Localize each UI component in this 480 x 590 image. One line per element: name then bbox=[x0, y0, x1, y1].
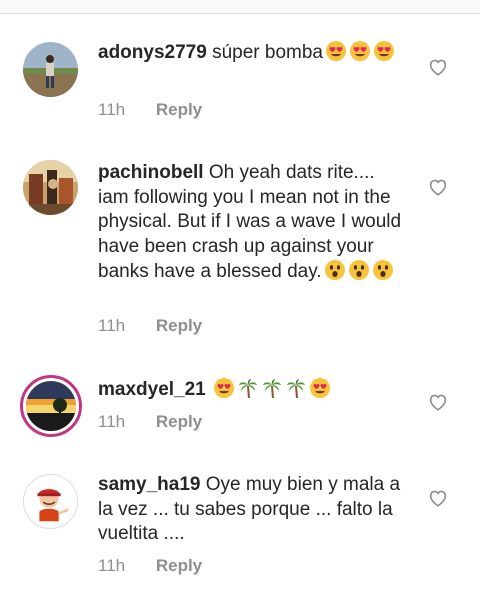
like-heart-icon[interactable] bbox=[428, 58, 448, 76]
comment-meta: 11h Reply bbox=[98, 556, 202, 576]
comment-meta: 11h Reply bbox=[98, 412, 202, 432]
comment-time: 11h bbox=[98, 100, 126, 119]
comment-body: súper bomba bbox=[212, 42, 323, 63]
heart-eyes-emoji-icon bbox=[373, 40, 395, 62]
emoji-group bbox=[324, 259, 394, 281]
astonished-emoji-icon bbox=[348, 259, 370, 281]
avatar-story-ring[interactable] bbox=[20, 375, 82, 437]
comment-time: 11h bbox=[98, 412, 126, 431]
reply-button[interactable]: Reply bbox=[156, 556, 202, 576]
heart-eyes-emoji-icon bbox=[349, 40, 371, 62]
heart-eyes-emoji-icon bbox=[309, 377, 331, 399]
comment-username[interactable]: maxdyel_21 bbox=[98, 379, 206, 400]
comment-text: samy_ha19 Oye muy bien y mala a la vez .… bbox=[98, 473, 408, 547]
comment-username[interactable]: samy_ha19 bbox=[98, 474, 200, 495]
comment-meta: 11h Reply bbox=[98, 100, 202, 120]
astonished-emoji-icon bbox=[324, 259, 346, 281]
like-heart-icon[interactable] bbox=[428, 178, 448, 196]
palm-tree-emoji-icon bbox=[237, 377, 259, 399]
palm-tree-emoji-icon bbox=[261, 377, 283, 399]
comment-time: 11h bbox=[98, 316, 126, 335]
comment-text: adonys2779 súper bomba bbox=[98, 40, 408, 66]
top-divider bbox=[0, 0, 480, 14]
comment-meta: 11h Reply bbox=[98, 316, 202, 336]
reply-button[interactable]: Reply bbox=[156, 412, 202, 432]
avatar[interactable] bbox=[23, 160, 78, 215]
like-heart-icon[interactable] bbox=[428, 393, 448, 411]
emoji-group bbox=[325, 40, 395, 62]
comment-username[interactable]: adonys2779 bbox=[98, 42, 207, 63]
reply-button[interactable]: Reply bbox=[156, 100, 202, 120]
comment-text: maxdyel_21 bbox=[98, 377, 408, 403]
avatar[interactable] bbox=[23, 42, 78, 97]
comment-username[interactable]: pachinobell bbox=[98, 162, 204, 183]
palm-tree-emoji-icon bbox=[285, 377, 307, 399]
avatar[interactable] bbox=[23, 474, 78, 529]
comment-time: 11h bbox=[98, 556, 126, 575]
astonished-emoji-icon bbox=[372, 259, 394, 281]
reply-button[interactable]: Reply bbox=[156, 316, 202, 336]
heart-eyes-emoji-icon bbox=[213, 377, 235, 399]
comment-text: pachinobell Oh yeah dats rite.... iam fo… bbox=[98, 161, 408, 285]
like-heart-icon[interactable] bbox=[428, 489, 448, 507]
heart-eyes-emoji-icon bbox=[325, 40, 347, 62]
emoji-group bbox=[213, 377, 331, 399]
